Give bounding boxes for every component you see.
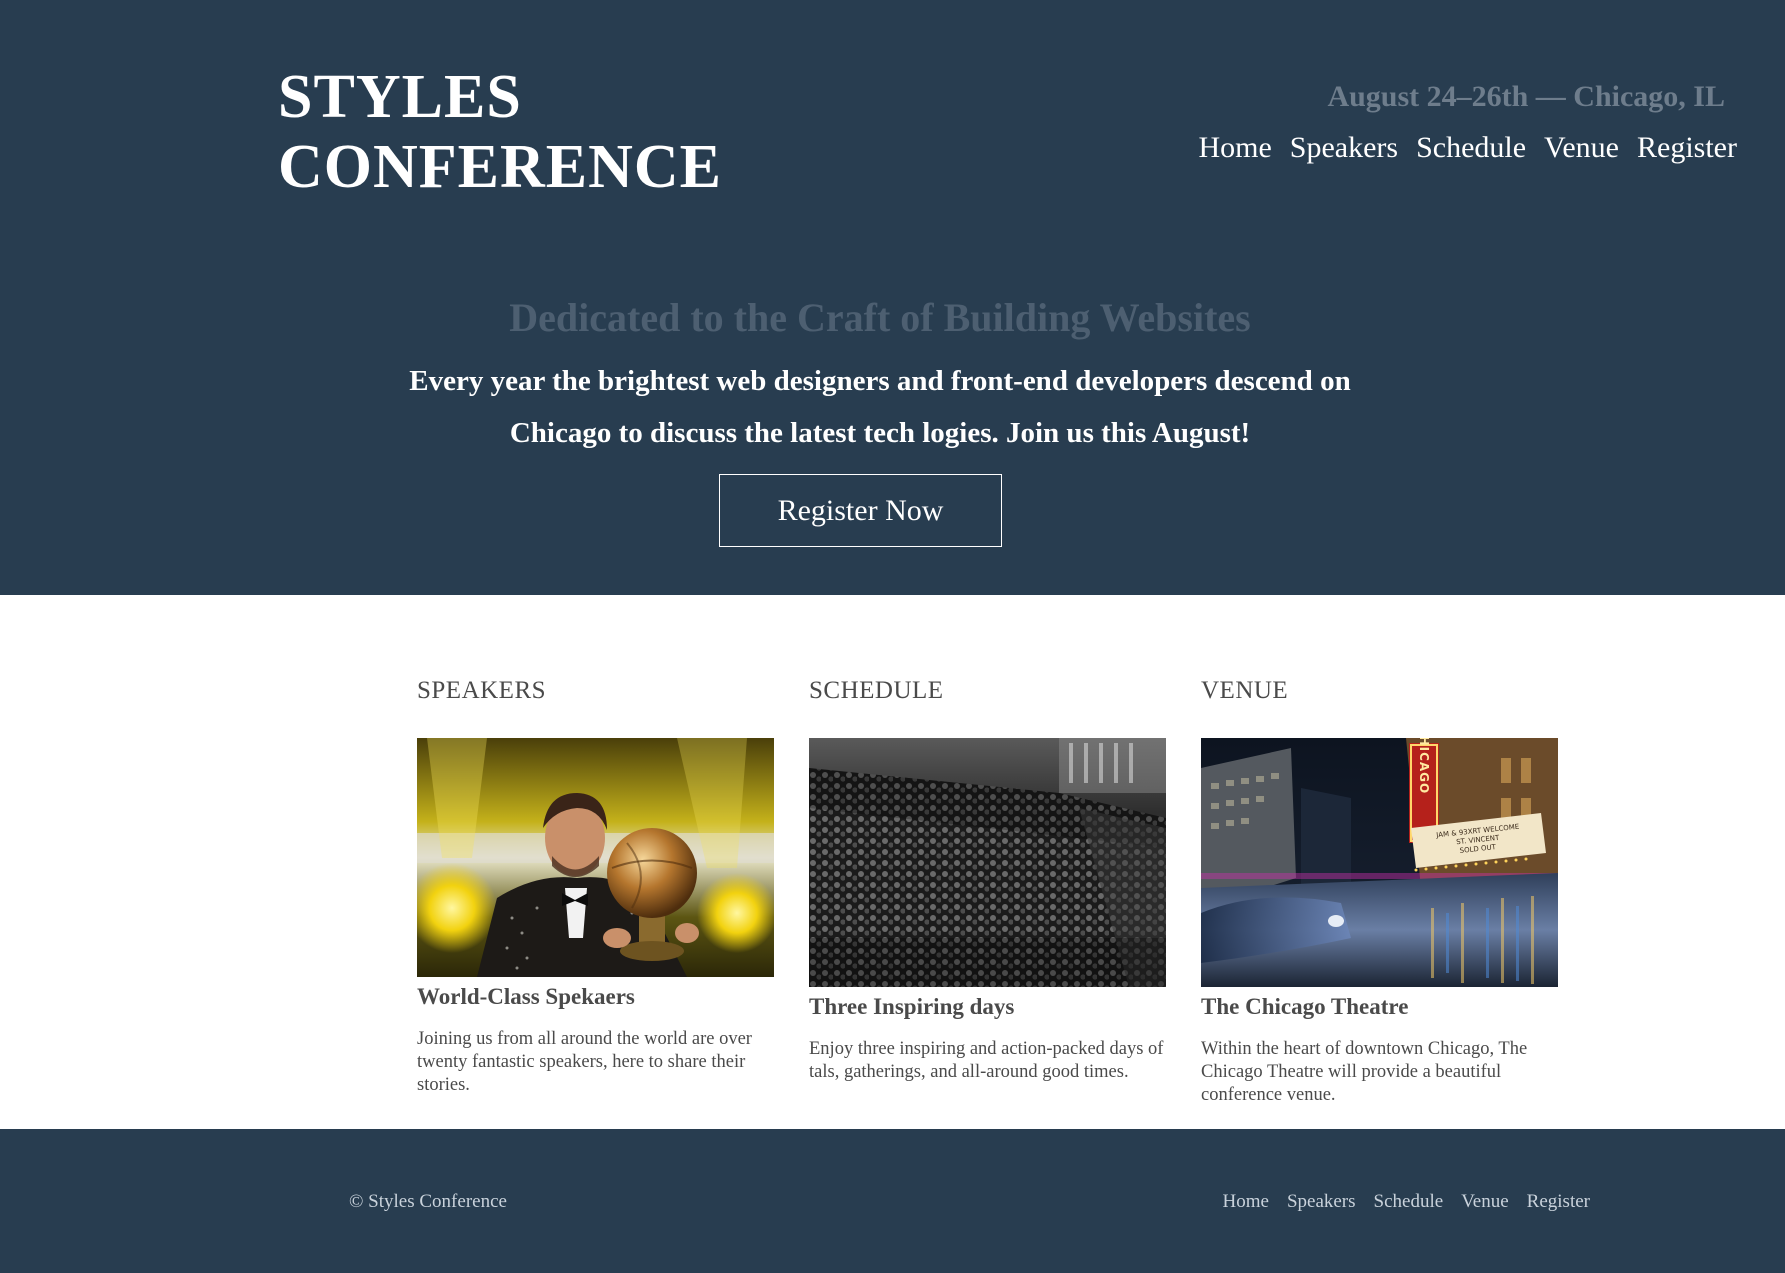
hero-title: Dedicated to the Craft of Building Websi… [509, 295, 1251, 340]
schedule-card-text: Enjoy three inspiring and action-packed … [809, 1039, 1164, 1082]
primary-nav: Home Speakers Schedule Venue Register [1198, 131, 1737, 165]
footer-nav: Home Speakers Schedule Venue Register [1223, 1191, 1591, 1213]
venue-card-title: The Chicago Theatre [1201, 994, 1409, 1019]
site-logo[interactable]: STYLES CONFERENCE [278, 62, 722, 202]
nav-register-link[interactable]: Register [1637, 131, 1737, 165]
register-now-button[interactable]: Register Now [719, 474, 1002, 547]
hero-lead: Every year the brightest web designers a… [409, 365, 1351, 449]
footer-speakers-link[interactable]: Speakers [1287, 1191, 1356, 1213]
site-header: STYLES CONFERENCE August 24–26th — Chica… [0, 0, 1785, 595]
schedule-card-title: Three Inspiring days [809, 994, 1015, 1019]
chicago-theatre-night-photo: CHICAGO JAM & 93XRT WELCOME ST. VINCENT … [1201, 738, 1558, 987]
nav-venue-link[interactable]: Venue [1544, 131, 1619, 165]
venue-card-text: Within the heart of downtown Chicago, Th… [1201, 1039, 1528, 1105]
speaker-with-trophy-photo [417, 738, 774, 977]
schedule-heading: SCHEDULE [809, 677, 944, 704]
speakers-card-text: Joining us from all around the world are… [417, 1029, 752, 1095]
auditorium-audience-photo [809, 738, 1166, 987]
site-footer: © Styles Conference Home Speakers Schedu… [0, 1129, 1785, 1273]
event-dateline: August 24–26th — Chicago, IL [1327, 80, 1725, 113]
feature-columns: SPEAKERS World-Class Spekaers Joining us… [0, 595, 1785, 1129]
footer-home-link[interactable]: Home [1223, 1191, 1269, 1213]
speakers-heading: SPEAKERS [417, 677, 547, 704]
footer-schedule-link[interactable]: Schedule [1374, 1191, 1444, 1213]
footer-register-link[interactable]: Register [1527, 1191, 1590, 1213]
nav-home-link[interactable]: Home [1198, 131, 1271, 165]
footer-venue-link[interactable]: Venue [1461, 1191, 1508, 1213]
footer-copyright: © Styles Conference [349, 1191, 507, 1212]
speakers-card-title: World-Class Spekaers [417, 984, 635, 1009]
chicago-sign: CHICAGO [1417, 738, 1431, 794]
logo-line-1: STYLES [278, 63, 522, 131]
venue-heading: VENUE [1201, 677, 1289, 704]
nav-schedule-link[interactable]: Schedule [1416, 131, 1526, 165]
nav-speakers-link[interactable]: Speakers [1290, 131, 1398, 165]
logo-line-2: CONFERENCE [278, 133, 723, 201]
